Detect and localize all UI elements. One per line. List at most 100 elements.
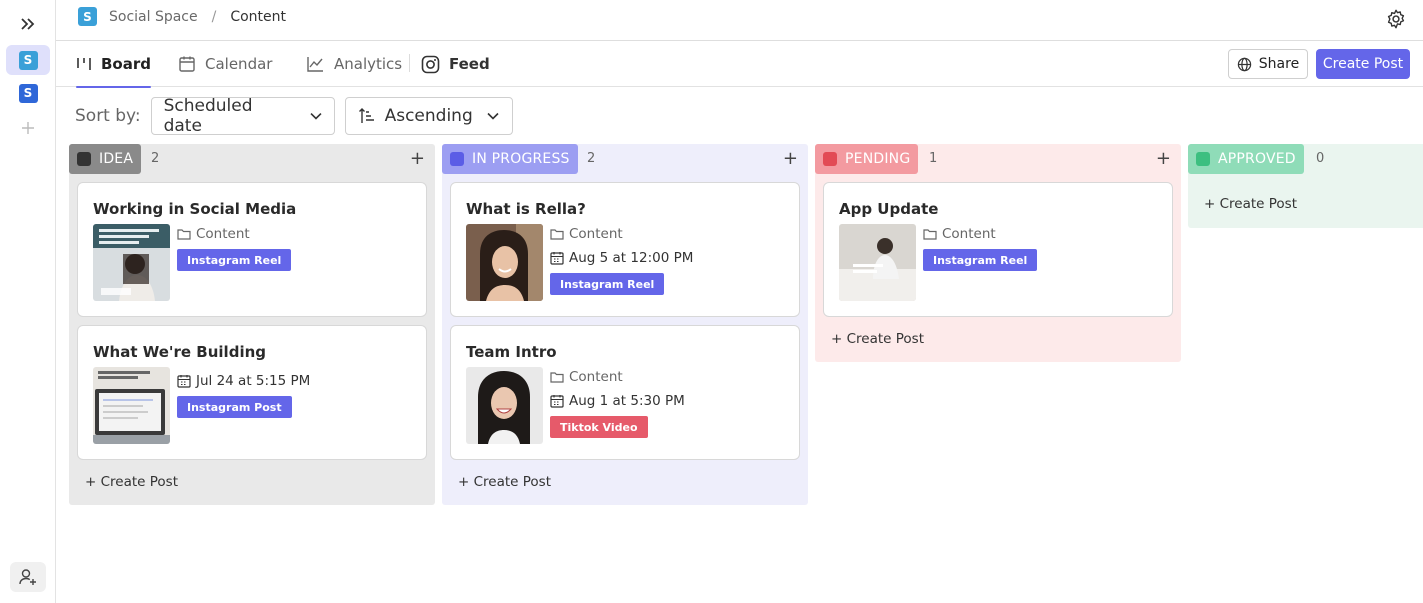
card-folder: Content [550, 369, 623, 385]
post-thumbnail [93, 224, 170, 301]
workspace-switch-1[interactable]: S [6, 45, 50, 75]
status-label: IDEA [99, 151, 134, 167]
expand-sidebar-button[interactable] [6, 9, 50, 39]
create-post-link[interactable]: + Create Post [85, 474, 178, 490]
column-idea: IDEA 2 + Working in Social Media Content… [69, 144, 435, 505]
instagram-icon [421, 55, 440, 73]
column-header: IN PROGRESS 2 + [442, 144, 808, 174]
column-count: 2 [587, 151, 596, 166]
folder-icon [923, 229, 937, 240]
tab-label: Feed [449, 55, 490, 73]
analytics-icon [307, 57, 323, 72]
post-thumbnail [466, 224, 543, 301]
column-header: PENDING 1 + [815, 144, 1181, 174]
card-scheduled-date: Aug 1 at 5:30 PM [550, 393, 685, 409]
view-tabs: Board Calendar Analytics Feed Share Crea… [56, 41, 1423, 88]
status-badge[interactable]: IDEA [69, 144, 142, 174]
sort-label: Sort by: [75, 106, 141, 126]
folder-name: Content [569, 369, 623, 385]
post-type-tag: Tiktok Video [550, 416, 648, 438]
card-title: App Update [839, 200, 939, 218]
workspace-avatar: S [18, 50, 38, 70]
status-badge[interactable]: APPROVED [1188, 144, 1304, 174]
status-color-square [77, 152, 91, 166]
tab-label: Calendar [205, 55, 273, 73]
sort-order-value: Ascending [384, 106, 473, 126]
create-post-link[interactable]: + Create Post [458, 474, 551, 490]
status-color-square [450, 152, 464, 166]
add-card-icon[interactable]: + [410, 150, 425, 168]
column-header: IDEA 2 + [69, 144, 435, 174]
status-label: APPROVED [1218, 151, 1296, 167]
post-type-tag: Instagram Reel [923, 249, 1038, 271]
workspace-rail: S S [0, 0, 56, 603]
plus-icon [22, 122, 34, 134]
post-card[interactable]: Working in Social Media Content Instagra… [77, 182, 427, 317]
post-card[interactable]: App Update Content Instagram Reel [823, 182, 1173, 317]
tab-divider [409, 54, 410, 72]
sort-controls: Sort by: Scheduled date Ascending [75, 96, 513, 136]
breadcrumb-separator: / [211, 8, 217, 25]
column-in-progress: IN PROGRESS 2 + What is Rella? Content A… [442, 144, 808, 505]
status-color-square [1196, 152, 1210, 166]
card-title: Team Intro [466, 343, 557, 361]
breadcrumb-workspace[interactable]: Social Space [109, 9, 198, 25]
card-title: What We're Building [93, 343, 266, 361]
breadcrumb-current: Content [230, 8, 287, 25]
share-button[interactable]: Share [1228, 49, 1308, 79]
folder-name: Content [196, 226, 250, 242]
sort-field-dropdown[interactable]: Scheduled date [150, 96, 335, 136]
post-thumbnail [93, 367, 170, 444]
post-type-tag: Instagram Reel [550, 273, 665, 295]
column-count: 1 [929, 151, 938, 166]
chevron-down-icon [487, 112, 499, 120]
settings-button[interactable] [1385, 8, 1407, 30]
folder-icon [550, 372, 564, 383]
add-card-icon[interactable]: + [783, 150, 798, 168]
folder-icon [550, 229, 564, 240]
status-badge[interactable]: IN PROGRESS [442, 144, 578, 174]
add-card-icon[interactable]: + [1156, 150, 1171, 168]
card-title: What is Rella? [466, 200, 586, 218]
post-thumbnail [466, 367, 543, 444]
sort-field-value: Scheduled date [163, 96, 253, 136]
gear-icon [1387, 9, 1405, 29]
post-card[interactable]: What is Rella? Content Aug 5 at 12:00 PM… [450, 182, 800, 317]
create-post-link[interactable]: + Create Post [1204, 196, 1297, 212]
post-thumbnail [839, 224, 916, 301]
top-bar: S Social Space / Content [56, 0, 1423, 41]
column-pending: PENDING 1 + App Update Content Instagram… [815, 144, 1181, 362]
share-label: Share [1258, 56, 1300, 72]
tab-feed[interactable]: Feed [421, 41, 490, 87]
folder-name: Content [569, 226, 623, 242]
create-post-button[interactable]: Create Post [1316, 49, 1410, 79]
create-post-link[interactable]: + Create Post [831, 331, 924, 347]
card-scheduled-date: Jul 24 at 5:15 PM [177, 373, 310, 389]
status-badge[interactable]: PENDING [815, 144, 919, 174]
date-text: Jul 24 at 5:15 PM [196, 373, 311, 389]
card-scheduled-date: Aug 5 at 12:00 PM [550, 250, 693, 266]
card-folder: Content [177, 226, 250, 242]
date-text: Aug 1 at 5:30 PM [569, 393, 685, 409]
folder-name: Content [942, 226, 996, 242]
board-icon [77, 58, 91, 70]
card-folder: Content [550, 226, 623, 242]
tab-label: Board [101, 55, 151, 73]
sort-ascending-icon [358, 108, 374, 123]
tab-calendar[interactable]: Calendar [178, 41, 272, 87]
post-card[interactable]: What We're Building Jul 24 at 5:15 PM In… [77, 325, 427, 460]
tab-board[interactable]: Board [76, 41, 151, 88]
post-type-tag: Instagram Post [177, 396, 292, 418]
post-type-tag: Instagram Reel [177, 249, 292, 271]
tab-analytics[interactable]: Analytics [306, 41, 402, 87]
double-chevron-right-icon [21, 18, 35, 30]
tab-label: Analytics [334, 55, 403, 73]
workspace-logo-icon: S [78, 7, 97, 26]
card-title: Working in Social Media [93, 200, 297, 218]
chevron-down-icon [310, 112, 322, 120]
post-card[interactable]: Team Intro Content Aug 1 at 5:30 PM Tikt… [450, 325, 800, 460]
add-workspace-button[interactable] [6, 113, 50, 143]
invite-user-button[interactable] [10, 562, 46, 592]
workspace-switch-2[interactable]: S [6, 78, 50, 108]
sort-order-dropdown[interactable]: Ascending [344, 97, 513, 135]
